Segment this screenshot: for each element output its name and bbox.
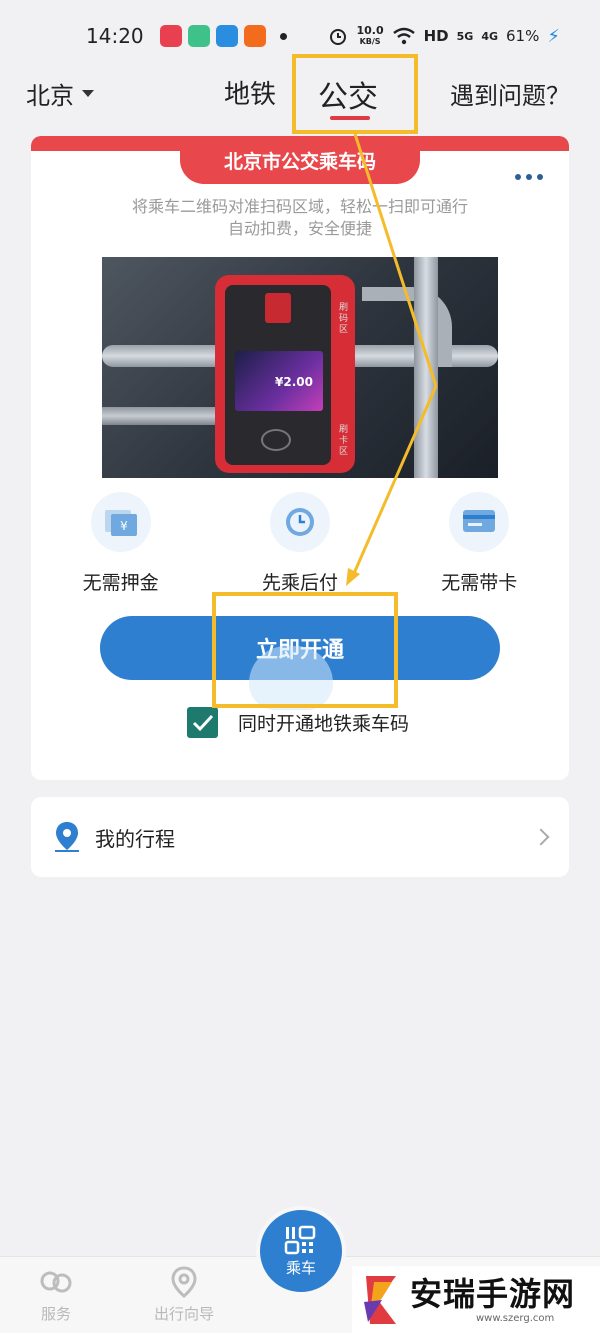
my-trips-label: 我的行程 xyxy=(95,826,175,851)
ride-code-button[interactable]: 乘车 xyxy=(256,1206,346,1296)
nav-guide-label: 出行向导 xyxy=(154,1305,215,1323)
annotation-arrow xyxy=(346,133,438,586)
ride-code-label: 乘车 xyxy=(285,1258,316,1277)
chevron-right-icon xyxy=(532,828,550,846)
nav-services[interactable]: 服务 xyxy=(36,1265,76,1324)
my-trips-row[interactable]: 我的行程 xyxy=(31,797,569,877)
nav-services-label: 服务 xyxy=(40,1305,71,1323)
site-logo-icon xyxy=(364,1275,396,1324)
location-pin-icon xyxy=(55,822,79,852)
link-icon xyxy=(40,1271,72,1293)
watermark-url: www.szerg.com xyxy=(476,1313,555,1324)
location-icon xyxy=(171,1266,197,1298)
nav-guide[interactable]: 出行向导 xyxy=(154,1265,214,1324)
site-watermark: 安瑞手游网 www.szerg.com xyxy=(352,1266,600,1333)
watermark-title: 安瑞手游网 xyxy=(410,1275,576,1313)
qr-code-icon xyxy=(284,1225,316,1254)
